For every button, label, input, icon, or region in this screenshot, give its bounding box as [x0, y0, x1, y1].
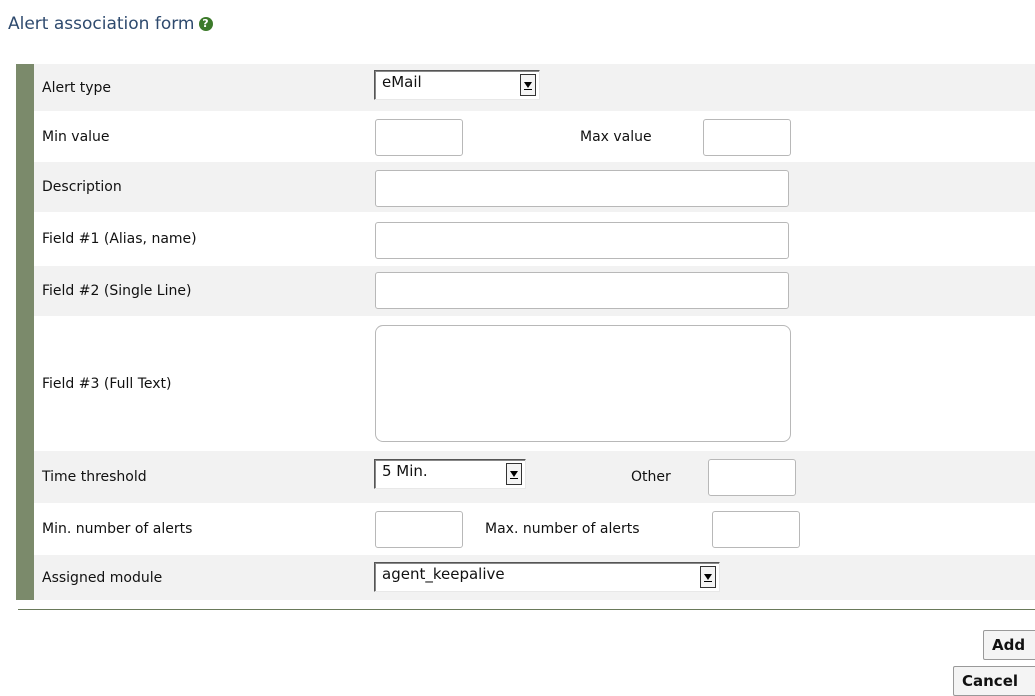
assigned-module-value: agent_keepalive: [382, 565, 505, 583]
chevron-down-icon: [700, 566, 716, 588]
row-field2: Field #2 (Single Line): [34, 266, 1035, 316]
description-input[interactable]: [375, 170, 789, 207]
add-button[interactable]: Add: [983, 630, 1035, 660]
description-label: Description: [42, 179, 122, 195]
help-icon[interactable]: ?: [198, 17, 213, 31]
field3-label: Field #3 (Full Text): [42, 375, 172, 392]
field1-label: Field #1 (Alias, name): [42, 231, 197, 247]
field1-input[interactable]: [375, 222, 789, 259]
min-alerts-input[interactable]: [375, 511, 463, 548]
other-label: Other: [631, 469, 671, 485]
field2-label: Field #2 (Single Line): [42, 283, 192, 299]
field3-textarea[interactable]: [375, 325, 791, 442]
row-min-max-value: Min value Max value: [34, 111, 1035, 162]
assigned-module-select[interactable]: agent_keepalive: [374, 562, 720, 592]
max-value-label: Max value: [580, 128, 652, 145]
min-alerts-label: Min. number of alerts: [42, 521, 193, 537]
row-description: Description: [34, 162, 1035, 212]
max-alerts-label: Max. number of alerts: [485, 521, 640, 537]
max-value-input[interactable]: [703, 119, 791, 156]
time-threshold-label: Time threshold: [42, 469, 147, 485]
chevron-down-icon: [506, 463, 522, 485]
chevron-down-icon: [520, 74, 536, 96]
row-assigned-module: Assigned module agent_keepalive: [34, 555, 1035, 600]
min-value-label: Min value: [42, 128, 110, 145]
alert-type-value: eMail: [382, 73, 422, 91]
alert-type-label: Alert type: [42, 79, 112, 96]
row-alert-counts: Min. number of alerts Max. number of ale…: [34, 503, 1035, 555]
cancel-button[interactable]: Cancel: [953, 666, 1035, 696]
row-time-threshold: Time threshold 5 Min. Other: [34, 451, 1035, 503]
alert-type-select[interactable]: eMail: [374, 70, 540, 100]
min-value-input[interactable]: [375, 119, 463, 156]
form-divider: [18, 609, 1035, 610]
other-input[interactable]: [708, 459, 796, 496]
row-field3: Field #3 (Full Text): [34, 316, 1035, 451]
row-alert-type: Alert type eMail: [34, 64, 1035, 111]
time-threshold-select[interactable]: 5 Min.: [374, 459, 526, 489]
form-title: Alert association form?: [8, 14, 213, 34]
assigned-module-label: Assigned module: [42, 569, 163, 586]
time-threshold-value: 5 Min.: [382, 462, 428, 480]
form-title-text: Alert association form: [8, 14, 195, 34]
row-field1: Field #1 (Alias, name): [34, 212, 1035, 266]
field2-input[interactable]: [375, 272, 789, 309]
form-side-bar: [16, 64, 34, 600]
max-alerts-input[interactable]: [712, 511, 800, 548]
